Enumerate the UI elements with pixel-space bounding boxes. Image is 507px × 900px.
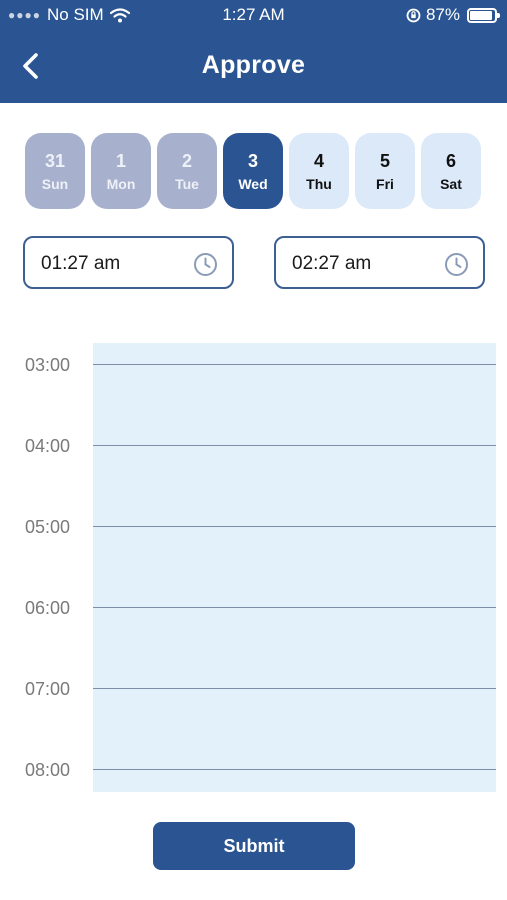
- end-time-value: 02:27 am: [292, 253, 372, 274]
- day-chip-sun[interactable]: 31 Sun: [25, 133, 85, 209]
- clock-icon: [445, 253, 468, 276]
- day-chip-mon[interactable]: 1 Mon: [91, 133, 151, 209]
- day-number: 6: [445, 151, 456, 171]
- hour-label: 07:00: [25, 679, 71, 699]
- day-name: Sat: [440, 176, 462, 192]
- page-title: Approve: [201, 51, 306, 79]
- timeline-grid[interactable]: [93, 343, 496, 792]
- day-timeline[interactable]: 03:00 04:00 05:00 06:00 07:00 08:00: [0, 343, 507, 792]
- day-chip-sat[interactable]: 6 Sat: [421, 133, 481, 209]
- hour-gridline: [93, 445, 496, 446]
- hour-gridline: [93, 769, 496, 770]
- day-name: Fri: [376, 176, 394, 192]
- submit-button[interactable]: Submit: [153, 822, 355, 870]
- hour-gridline: [93, 526, 496, 527]
- day-number: 3: [247, 151, 258, 171]
- hour-gridline: [93, 688, 496, 689]
- battery-percent: 87%: [425, 5, 460, 24]
- clock-icon: [194, 253, 217, 276]
- day-number: 31: [44, 151, 66, 171]
- day-selector: 31 Sun 1 Mon 2 Tue 3 Wed 4 Thu 5 Fri 6 S…: [25, 133, 481, 209]
- day-name: Thu: [306, 176, 332, 192]
- day-name: Tue: [175, 176, 199, 192]
- day-chip-tue[interactable]: 2 Tue: [157, 133, 217, 209]
- hour-gridline: [93, 364, 496, 365]
- day-chip-fri[interactable]: 5 Fri: [355, 133, 415, 209]
- orientation-lock-icon: [406, 8, 421, 22]
- day-number: 1: [115, 151, 126, 171]
- day-chip-wed[interactable]: 3 Wed: [223, 133, 283, 209]
- start-time-field[interactable]: 01:27 am: [23, 236, 234, 289]
- start-time-value: 01:27 am: [41, 253, 121, 274]
- battery-icon: [467, 7, 500, 23]
- hour-label: 04:00: [25, 436, 71, 456]
- day-name: Sun: [41, 176, 69, 192]
- status-bar: ●●●● No SIM 1:27 AM 87%: [0, 0, 507, 30]
- day-chip-thu[interactable]: 4 Thu: [289, 133, 349, 209]
- status-right: 87%: [406, 5, 500, 25]
- day-number: 4: [313, 151, 324, 171]
- hour-label: 03:00: [25, 355, 71, 375]
- day-number: 5: [379, 151, 390, 171]
- hour-label: 05:00: [25, 517, 71, 537]
- day-number: 2: [181, 151, 192, 171]
- hour-label: 08:00: [25, 760, 71, 780]
- day-name: Mon: [106, 176, 136, 192]
- end-time-field[interactable]: 02:27 am: [274, 236, 485, 289]
- day-name: Wed: [238, 176, 268, 192]
- app-header: ●●●● No SIM 1:27 AM 87% Approve: [0, 0, 507, 103]
- hour-gridline: [93, 607, 496, 608]
- hour-label: 06:00: [25, 598, 71, 618]
